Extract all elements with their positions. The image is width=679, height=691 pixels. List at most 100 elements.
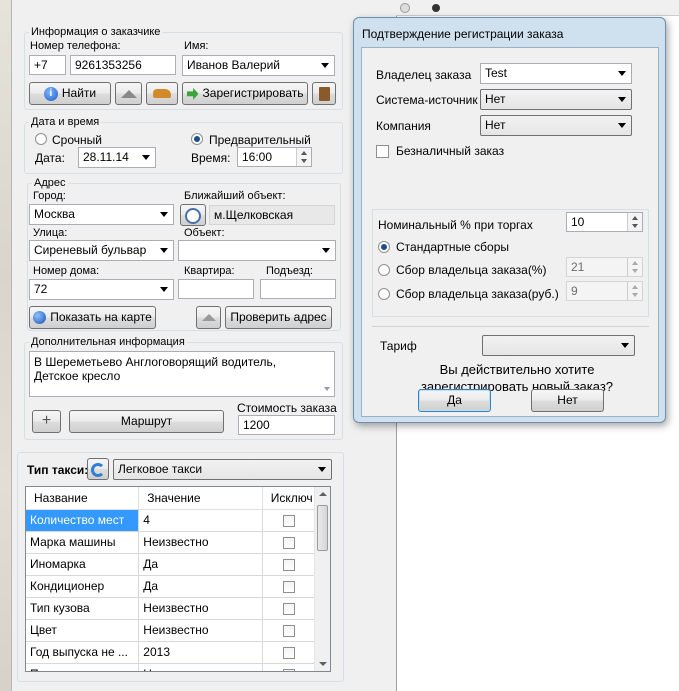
row-name[interactable]: Тип кузова <box>26 597 140 620</box>
row-exclude-cell[interactable] <box>262 531 317 554</box>
dialog-separator <box>372 326 649 327</box>
owner-fee-pct-field: 21 <box>566 257 643 277</box>
apartment-field[interactable] <box>178 279 254 299</box>
owner-fee-rub-radio[interactable] <box>378 288 390 300</box>
row-value[interactable]: Да <box>138 553 263 576</box>
check-address-button[interactable]: Проверить адрес <box>225 306 332 329</box>
city-combobox[interactable]: Москва <box>29 204 174 225</box>
taxi-type-label: Тип такси: <box>27 463 89 477</box>
register-button[interactable]: Зарегистрировать <box>182 82 308 105</box>
phone-code-field[interactable]: +7 <box>29 55 66 75</box>
exclude-checkbox[interactable] <box>282 668 295 671</box>
tariff-combobox[interactable] <box>482 335 635 356</box>
row-value[interactable]: Да <box>138 575 263 598</box>
source-combobox[interactable]: Нет <box>480 89 632 110</box>
row-exclude-cell[interactable] <box>262 553 317 576</box>
compass-button[interactable] <box>180 204 206 226</box>
urgent-radio[interactable] <box>35 133 47 145</box>
yes-button[interactable]: Да <box>418 389 491 412</box>
cashless-checkbox[interactable] <box>376 145 389 158</box>
exclude-checkbox[interactable] <box>282 514 295 527</box>
row-exclude-cell[interactable] <box>262 575 317 598</box>
exclude-checkbox[interactable] <box>282 646 295 659</box>
row-value[interactable]: Неизвестно <box>138 619 263 642</box>
no-button[interactable]: Нет <box>531 389 604 412</box>
owner-combobox[interactable]: Test <box>480 63 632 84</box>
exclude-checkbox[interactable] <box>282 602 295 615</box>
table-row[interactable]: Марка машины Неизвестно <box>26 531 317 554</box>
time-spinner[interactable] <box>296 148 311 166</box>
phone-number-field[interactable]: 9261353256 <box>70 55 176 75</box>
standard-fees-radio[interactable] <box>378 241 390 253</box>
row-value[interactable]: Неизвестно <box>138 597 263 620</box>
owner-fee-pct-radio[interactable] <box>378 264 390 276</box>
row-value[interactable]: Неизвестно <box>138 663 263 671</box>
house-combobox[interactable]: 72 <box>29 279 174 300</box>
row-exclude-cell[interactable] <box>262 641 317 664</box>
customer-info-legend: Информация о заказчике <box>31 26 161 38</box>
home-address-button[interactable] <box>196 306 221 329</box>
table-row[interactable]: Цвет Неизвестно <box>26 619 317 642</box>
grid-scrollbar[interactable] <box>314 487 330 671</box>
name-combobox[interactable]: Иванов Валерий <box>182 55 335 76</box>
exclude-checkbox[interactable] <box>282 536 295 549</box>
row-name[interactable]: Цвет <box>26 619 140 642</box>
exclude-checkbox[interactable] <box>282 558 295 571</box>
row-name[interactable]: Кондиционер <box>26 575 140 598</box>
row-name[interactable]: Иномарка <box>26 553 140 576</box>
notes-button[interactable] <box>312 82 336 105</box>
entrance-field[interactable] <box>260 279 336 299</box>
column-header-exclude[interactable]: Исключ <box>262 487 317 510</box>
column-header-value[interactable]: Значение <box>138 487 263 510</box>
row-name[interactable]: Пол. кресло для ... <box>26 663 140 671</box>
register-button-label: Зарегистрировать <box>202 86 304 100</box>
company-combobox[interactable]: Нет <box>480 115 632 136</box>
exclude-checkbox[interactable] <box>282 580 295 593</box>
nominal-spinner[interactable] <box>627 213 642 231</box>
table-row[interactable]: Год выпуска не ... 2013 <box>26 641 317 664</box>
show-map-button[interactable]: Показать на карте <box>29 306 156 329</box>
date-picker[interactable]: 28.11.14 <box>78 147 156 168</box>
row-name[interactable]: Марка машины <box>26 531 140 554</box>
scroll-up-icon[interactable] <box>319 492 327 496</box>
time-field[interactable]: 16:00 <box>237 147 312 167</box>
refresh-button[interactable] <box>87 458 109 480</box>
row-exclude-cell[interactable] <box>262 663 317 671</box>
row-name[interactable]: Год выпуска не ... <box>26 641 140 664</box>
exclude-checkbox[interactable] <box>282 624 295 637</box>
object-combobox[interactable] <box>178 240 336 261</box>
table-row[interactable]: Пол. кресло для ... Неизвестно <box>26 663 317 671</box>
tariff-label: Тариф <box>380 339 417 353</box>
globe-icon <box>33 311 47 325</box>
column-header-name[interactable]: Название <box>26 487 140 510</box>
cost-field[interactable]: 1200 <box>238 415 335 435</box>
table-row[interactable]: Кондиционер Да <box>26 575 317 598</box>
owner-fee-rub-value: 9 <box>571 284 578 298</box>
urgent-label: Срочный <box>52 133 102 147</box>
notes-textarea[interactable]: В Шереметьево Англоговорящий водитель, Д… <box>29 351 335 397</box>
car-button[interactable] <box>146 82 178 105</box>
table-row[interactable]: Иномарка Да <box>26 553 317 576</box>
home-button[interactable] <box>115 82 142 105</box>
chevron-down-icon <box>160 212 168 217</box>
find-button[interactable]: i Найти <box>29 82 111 105</box>
row-value[interactable]: 2013 <box>138 641 263 664</box>
street-combobox[interactable]: Сиреневый бульвар <box>29 240 174 261</box>
route-add-button[interactable]: + <box>32 410 61 433</box>
row-value[interactable]: 4 <box>138 509 263 532</box>
table-row[interactable]: Тип кузова Неизвестно <box>26 597 317 620</box>
nominal-field[interactable]: 10 <box>566 212 643 232</box>
home-icon <box>120 89 137 98</box>
row-exclude-cell[interactable] <box>262 619 317 642</box>
scroll-down-icon[interactable] <box>319 662 327 666</box>
table-row[interactable]: Количество мест 4 <box>26 509 317 532</box>
taxi-type-combobox[interactable]: Легковое такси <box>113 459 332 480</box>
row-exclude-cell[interactable] <box>262 597 317 620</box>
row-name[interactable]: Количество мест <box>26 509 140 532</box>
cost-label: Стоимость заказа <box>237 401 337 415</box>
scroll-thumb[interactable] <box>317 505 328 551</box>
row-exclude-cell[interactable] <box>262 509 317 532</box>
row-value[interactable]: Неизвестно <box>138 531 263 554</box>
preliminary-radio[interactable] <box>191 133 203 145</box>
route-button[interactable]: Маршрут <box>69 410 224 433</box>
